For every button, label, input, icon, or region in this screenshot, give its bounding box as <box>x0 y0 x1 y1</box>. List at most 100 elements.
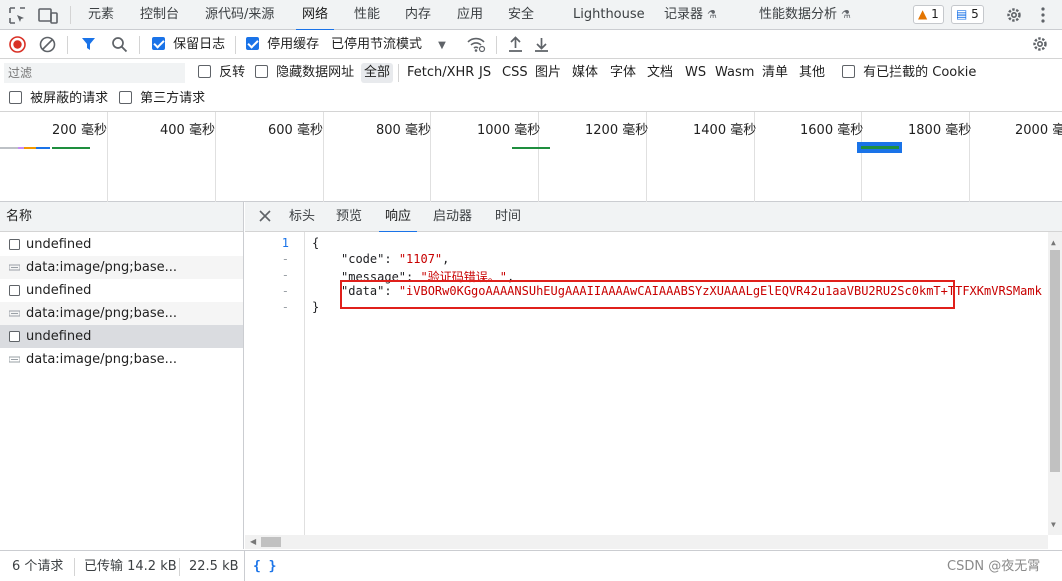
image-icon <box>9 264 20 271</box>
timeline-bar <box>36 147 50 149</box>
export-har-download-icon[interactable] <box>533 36 550 53</box>
image-icon <box>9 356 20 363</box>
request-row[interactable]: undefined <box>0 279 243 302</box>
settings-gear-icon[interactable] <box>1005 6 1023 24</box>
tab-preview[interactable]: 预览 <box>336 202 362 232</box>
tab-application[interactable]: 应用 <box>457 0 483 30</box>
watermark: CSDN @夜无霄 <box>947 559 1041 574</box>
tab-performance[interactable]: 性能 <box>354 0 380 30</box>
inspect-element-icon[interactable] <box>9 7 26 24</box>
request-row[interactable]: data:image/png;base... <box>0 302 243 325</box>
code-line: "message": "验证码错误。", <box>341 268 514 285</box>
tab-security[interactable]: 安全 <box>508 0 534 30</box>
close-detail-icon[interactable] <box>258 209 272 223</box>
tab-elements[interactable]: 元素 <box>88 0 114 30</box>
request-row[interactable]: data:image/png;base... <box>0 348 243 371</box>
json-string-value: "1107" <box>398 252 443 266</box>
scroll-down-arrow-icon[interactable]: ▼ <box>1051 520 1056 529</box>
filter-type-wasm[interactable]: Wasm <box>712 63 757 83</box>
pretty-print-button[interactable]: { } <box>253 551 276 581</box>
tick-label: 1600 毫秒 <box>800 123 864 138</box>
filter-type-all[interactable]: 全部 <box>361 63 394 83</box>
filter-type-fetch-xhr[interactable]: Fetch/XHR <box>404 63 477 83</box>
throttling-select[interactable]: 已停用节流模式 ▼ <box>331 30 446 59</box>
tab-timing[interactable]: 时间 <box>495 202 521 232</box>
network-overview-timeline[interactable]: 200 毫秒 400 毫秒 600 毫秒 800 毫秒 1000 毫秒 1200… <box>0 112 1062 202</box>
timeline-bar <box>52 147 90 149</box>
name-column-label: 名称 <box>6 209 33 224</box>
blocked-requests-checkbox[interactable]: 被屏蔽的请求 <box>9 86 108 112</box>
invert-check-box[interactable] <box>198 65 211 78</box>
preserve-log-checkbox[interactable]: 保留日志 <box>152 30 225 59</box>
filter-type-font[interactable]: 字体 <box>607 63 639 83</box>
request-row[interactable]: data:image/png;base... <box>0 256 243 279</box>
request-name: data:image/png;base... <box>26 306 178 321</box>
filter-type-img[interactable]: 图片 <box>532 63 564 83</box>
stop-recording-icon[interactable] <box>9 36 26 53</box>
preserve-log-check-box[interactable] <box>152 37 165 50</box>
request-list: 名称 undefined data:image/png;base... unde… <box>0 202 244 549</box>
request-row-selected[interactable]: undefined <box>0 325 243 348</box>
clear-icon[interactable] <box>39 36 56 53</box>
hide-data-urls-check-box[interactable] <box>255 65 268 78</box>
warnings-badge[interactable]: ▲ 1 <box>913 5 944 24</box>
tab-recorder[interactable]: 记录器 ⚗ <box>664 0 717 30</box>
network-settings-gear-icon[interactable] <box>1031 35 1049 53</box>
filter-type-js[interactable]: JS <box>476 63 494 83</box>
close-brace: } <box>312 300 320 314</box>
scroll-up-arrow-icon[interactable]: ▲ <box>1051 238 1056 247</box>
tick-label: 1200 毫秒 <box>585 123 649 138</box>
filter-type-doc[interactable]: 文档 <box>644 63 676 83</box>
invert-checkbox[interactable]: 反转 <box>198 60 245 86</box>
response-code-editor[interactable]: 1 - - - - { "code": "1107", "message": "… <box>245 232 1062 535</box>
filter-type-other[interactable]: 其他 <box>796 63 828 83</box>
code-line: "code": "1107", <box>341 252 449 266</box>
tab-network[interactable]: 网络 <box>295 0 335 31</box>
tab-headers[interactable]: 标头 <box>289 202 315 232</box>
horizontal-scrollbar[interactable]: ◀ <box>245 535 1048 549</box>
filter-input[interactable] <box>4 63 185 83</box>
vertical-scroll-thumb[interactable] <box>1050 250 1060 472</box>
blocked-cookies-checkbox[interactable]: 有已拦截的 Cookie <box>842 60 976 86</box>
tab-initiator[interactable]: 启动器 <box>433 202 472 232</box>
scroll-left-arrow-icon[interactable]: ◀ <box>250 537 256 546</box>
timeline-bar <box>24 147 36 149</box>
device-toolbar-icon[interactable] <box>38 7 58 24</box>
tab-lighthouse[interactable]: Lighthouse <box>573 0 645 30</box>
timeline-bar <box>512 147 550 149</box>
tab-performance-insights[interactable]: 性能数据分析 ⚗ <box>759 0 851 30</box>
horizontal-scroll-thumb[interactable] <box>261 537 281 547</box>
preserve-log-label: 保留日志 <box>173 37 226 52</box>
code-line: } <box>312 300 319 314</box>
disable-cache-checkbox[interactable]: 停用缓存 <box>246 30 319 59</box>
hide-data-urls-checkbox[interactable]: 隐藏数据网址 <box>255 60 354 86</box>
blocked-cookies-label: 有已拦截的 Cookie <box>863 65 977 80</box>
import-har-upload-icon[interactable] <box>507 36 524 53</box>
tab-console[interactable]: 控制台 <box>140 0 179 30</box>
messages-count: 5 <box>971 7 979 21</box>
network-conditions-wifi-icon[interactable] <box>466 36 486 53</box>
blocked-requests-check-box[interactable] <box>9 91 22 104</box>
tab-response[interactable]: 响应 <box>378 202 418 233</box>
warning-icon: ▲ <box>918 7 928 21</box>
vertical-scrollbar[interactable]: ▲ ▼ <box>1048 232 1062 535</box>
line-number: - <box>281 252 289 266</box>
filter-type-ws[interactable]: WS <box>682 63 709 83</box>
blocked-cookies-check-box[interactable] <box>842 65 855 78</box>
filter-type-manifest[interactable]: 清单 <box>759 63 791 83</box>
tab-memory[interactable]: 内存 <box>405 0 431 30</box>
more-options-icon[interactable] <box>1040 6 1046 24</box>
search-icon[interactable] <box>111 36 128 53</box>
tick-label: 1800 毫秒 <box>908 123 972 138</box>
filter-funnel-icon[interactable] <box>81 37 96 52</box>
third-party-checkbox[interactable]: 第三方请求 <box>119 86 205 112</box>
tab-sources[interactable]: 源代码/来源 <box>205 0 274 30</box>
disable-cache-check-box[interactable] <box>246 37 259 50</box>
request-row[interactable]: undefined <box>0 233 243 256</box>
messages-badge[interactable]: ▤ 5 <box>951 5 984 24</box>
filter-type-css[interactable]: CSS <box>499 63 531 83</box>
third-party-check-box[interactable] <box>119 91 132 104</box>
name-column-header[interactable]: 名称 <box>0 202 243 232</box>
filter-type-media[interactable]: 媒体 <box>569 63 601 83</box>
request-name: data:image/png;base... <box>26 352 178 367</box>
